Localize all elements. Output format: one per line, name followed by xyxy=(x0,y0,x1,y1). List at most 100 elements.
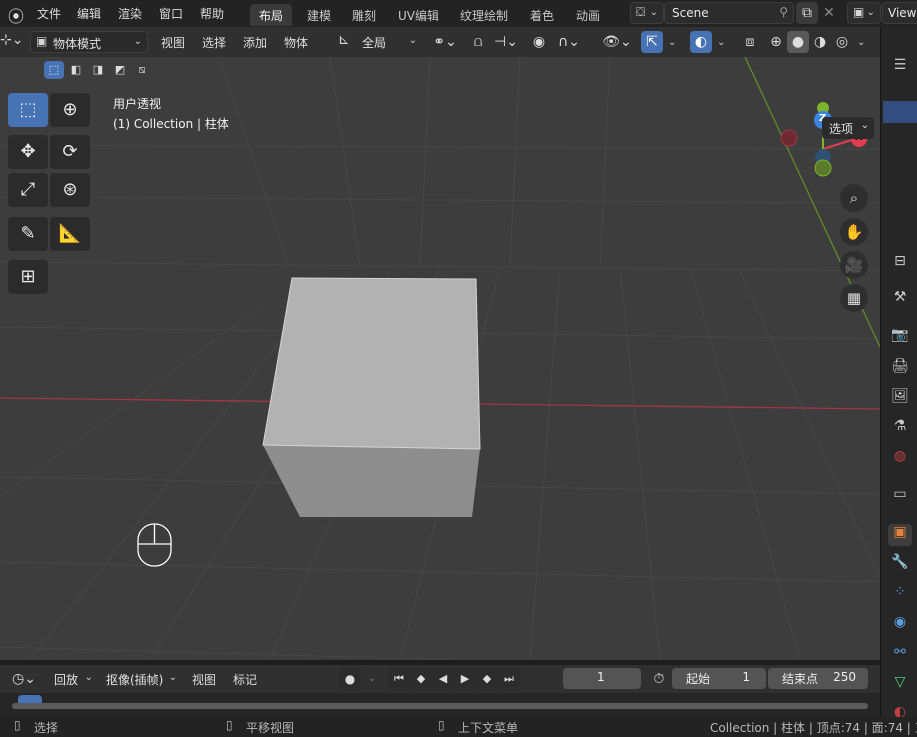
current-frame-field[interactable]: 1 xyxy=(563,668,641,689)
material-shading-icon[interactable]: ◑ xyxy=(809,31,831,53)
keying-set-icon[interactable]: ⌄ xyxy=(361,668,383,690)
menu-file[interactable]: 文件 xyxy=(37,5,61,22)
cube-object[interactable] xyxy=(262,277,481,517)
timeline-scrollbar[interactable] xyxy=(12,703,868,709)
stopwatch-icon[interactable]: ⏱ xyxy=(648,668,670,690)
measure-tool-icon[interactable]: 📐 xyxy=(50,217,90,251)
menu-view[interactable]: 视图 xyxy=(161,34,185,51)
tab-modeling[interactable]: 建模 xyxy=(298,4,340,26)
select-intersect-icon[interactable]: ⧅ xyxy=(132,61,152,79)
timeline-editor-icon[interactable]: ◷⌄ xyxy=(8,668,40,690)
menu-help[interactable]: 帮助 xyxy=(200,5,224,22)
snap-target-icon[interactable]: ⊣⌄ xyxy=(490,31,522,53)
jump-end-icon[interactable]: ⏭ xyxy=(498,668,520,690)
end-frame-field[interactable]: 结束点 250 xyxy=(768,668,868,689)
timeline-menu-marker[interactable]: 标记 xyxy=(233,671,257,688)
cursor-tool-icon[interactable]: ⊕ xyxy=(50,93,90,127)
rendered-shading-icon[interactable]: ◎ xyxy=(831,31,853,53)
3d-viewport[interactable]: Z X 用户透视 (1) Collection | 柱体 选项 ⌄ ⬚ ◧ ◨ … xyxy=(0,57,880,660)
tab-animation[interactable]: 动画 xyxy=(567,4,609,26)
select-extend-icon[interactable]: ◧ xyxy=(66,61,86,79)
menu-add[interactable]: 添加 xyxy=(243,34,267,51)
chevron-down-icon[interactable]: ⌄ xyxy=(717,37,725,48)
xray-icon[interactable]: ⧈ xyxy=(739,31,761,53)
next-keyframe-icon[interactable]: ◆ xyxy=(476,668,498,690)
tab-sculpting[interactable]: 雕刻 xyxy=(343,4,385,26)
zoom-icon[interactable]: ⌕ xyxy=(840,184,868,212)
record-icon[interactable]: ● xyxy=(339,668,361,690)
physics-properties-icon[interactable]: ◉ xyxy=(888,614,912,636)
close-icon[interactable]: ✕ xyxy=(818,2,840,24)
jump-start-icon[interactable]: ⏮ xyxy=(388,668,410,690)
view-layer-properties-icon[interactable]: 🖼 xyxy=(888,388,912,410)
add-cube-tool-icon[interactable]: ⊞ xyxy=(8,260,48,294)
tab-texture-paint[interactable]: 纹理绘制 xyxy=(451,4,517,26)
playback-dropdown[interactable]: 回放 ⌄ xyxy=(46,668,98,690)
mode-dropdown[interactable]: ▣ 物体模式 ⌄ xyxy=(30,31,148,53)
menu-select[interactable]: 选择 xyxy=(202,34,226,51)
view-layer-name-field[interactable]: View xyxy=(882,2,917,24)
blender-logo-icon[interactable]: ⦿ xyxy=(8,3,24,27)
perspective-toggle-icon[interactable]: ▦ xyxy=(840,284,868,312)
transform-tool-icon[interactable]: ⊛ xyxy=(50,173,90,207)
tab-uv-editing[interactable]: UV编辑 xyxy=(389,4,448,26)
wireframe-shading-icon[interactable]: ⊕ xyxy=(765,31,787,53)
proportional-edit-icon[interactable]: ◉ xyxy=(528,31,550,53)
menu-object[interactable]: 物体 xyxy=(284,34,308,51)
keying-dropdown[interactable]: 抠像(插帧) ⌄ xyxy=(100,668,182,690)
menu-edit[interactable]: 编辑 xyxy=(77,5,101,22)
scene-selector[interactable]: ⛋ ⌄ xyxy=(630,2,664,24)
chevron-down-icon[interactable]: ⌄ xyxy=(857,37,865,48)
select-invert-icon[interactable]: ◩ xyxy=(110,61,130,79)
annotate-tool-icon[interactable]: ✎ xyxy=(8,217,48,251)
overlay-toggle-icon[interactable]: ◐ xyxy=(690,31,712,53)
camera-view-icon[interactable]: 🎥 xyxy=(840,251,868,279)
chevron-down-icon[interactable]: ⌄ xyxy=(668,37,676,48)
scene-properties-icon[interactable]: ⚗ xyxy=(888,418,912,440)
timeline-scrubber[interactable] xyxy=(0,693,880,717)
rotate-tool-icon[interactable]: ⟳ xyxy=(50,135,90,169)
world-properties-icon[interactable]: ◍ xyxy=(888,448,912,470)
constraints-properties-icon[interactable]: ⚯ xyxy=(888,644,912,666)
editor-type-icon[interactable]: ⊹⌄ xyxy=(0,32,23,48)
new-scene-icon[interactable]: ⧉ xyxy=(796,2,818,24)
solid-shading-icon[interactable]: ● xyxy=(787,31,809,53)
left-mouse-icon: ▯ xyxy=(14,718,21,732)
outliner-selected-row[interactable] xyxy=(883,101,917,123)
timeline-menu-view[interactable]: 视图 xyxy=(192,671,216,688)
gizmo-toggle-icon[interactable]: ⇱ xyxy=(641,31,663,53)
collection-properties-icon[interactable]: ▭ xyxy=(888,486,912,508)
render-properties-icon[interactable]: 📷 xyxy=(888,327,912,349)
tool-properties-icon[interactable]: ⚒ xyxy=(888,289,912,311)
start-frame-field[interactable]: 起始 1 xyxy=(672,668,766,689)
pivot-icon[interactable]: ⚭⌄ xyxy=(428,31,462,53)
pan-hand-icon[interactable]: ✋ xyxy=(840,218,868,246)
select-box-tool-icon[interactable]: ⬚ xyxy=(8,93,48,127)
particles-properties-icon[interactable]: ⁘ xyxy=(888,584,912,606)
visibility-icon[interactable]: 👁⌄ xyxy=(600,31,634,53)
outliner-filter-icon[interactable]: ☰ xyxy=(888,57,912,79)
view-layer-selector[interactable]: ▣ ⌄ xyxy=(847,2,881,24)
move-tool-icon[interactable]: ✥ xyxy=(8,135,48,169)
properties-editor-icon[interactable]: ⊟ xyxy=(888,253,912,275)
tab-layout[interactable]: 布局 xyxy=(250,4,293,26)
snap-icon[interactable]: ⩍ xyxy=(467,31,489,53)
prev-keyframe-icon[interactable]: ◆ xyxy=(410,668,432,690)
menu-window[interactable]: 窗口 xyxy=(159,5,183,22)
play-icon[interactable]: ▶ xyxy=(454,668,476,690)
object-properties-icon[interactable]: ▣ xyxy=(888,524,912,546)
transform-orientation-dropdown[interactable]: ⊾ 全局 ⌄ xyxy=(334,31,422,53)
scale-tool-icon[interactable]: ⤢ xyxy=(8,173,48,207)
output-properties-icon[interactable]: 🖨 xyxy=(888,358,912,380)
scene-name-field[interactable]: Scene ⚲ xyxy=(664,2,794,24)
select-subtract-icon[interactable]: ◨ xyxy=(88,61,108,79)
falloff-icon[interactable]: ∩⌄ xyxy=(552,31,586,53)
pin-icon[interactable]: ⚲ xyxy=(779,5,788,19)
options-dropdown[interactable]: 选项 ⌄ xyxy=(822,117,874,139)
select-new-icon[interactable]: ⬚ xyxy=(44,61,64,79)
play-reverse-icon[interactable]: ◀ xyxy=(432,668,454,690)
menu-render[interactable]: 渲染 xyxy=(118,5,142,22)
data-properties-icon[interactable]: ▽ xyxy=(888,674,912,696)
tab-shading[interactable]: 着色 xyxy=(521,4,563,26)
modifier-properties-icon[interactable]: 🔧 xyxy=(888,554,912,576)
